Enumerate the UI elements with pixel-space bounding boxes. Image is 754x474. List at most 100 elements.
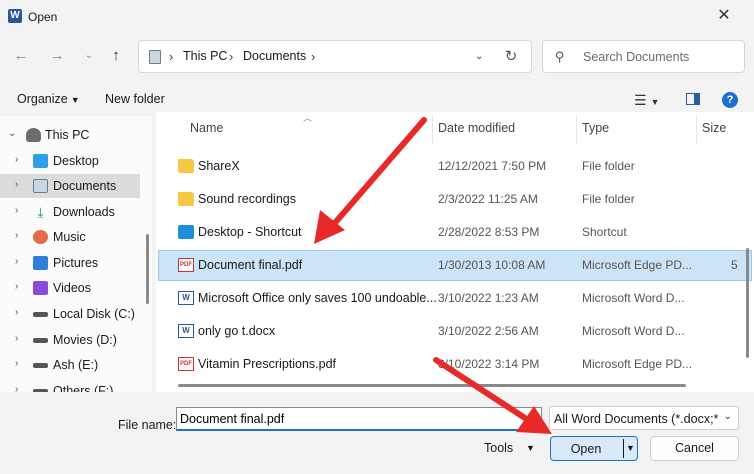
nav-label: Others (F:): [53, 384, 114, 392]
back-arrow-icon[interactable]: ←: [9, 44, 33, 68]
pdf-icon: PDF: [178, 357, 194, 371]
shortcut-icon: [178, 225, 194, 239]
nav-item-documents[interactable]: › Documents: [0, 174, 140, 198]
drive-icon: [33, 312, 48, 317]
expand-chevron-icon[interactable]: ⌄: [8, 128, 16, 139]
close-icon[interactable]: ✕: [710, 5, 738, 27]
search-icon: ⚲: [555, 49, 565, 64]
forward-arrow-icon[interactable]: →: [45, 44, 69, 68]
column-header-date[interactable]: Date modified: [438, 121, 515, 135]
file-list-horizontal-scrollbar[interactable]: [178, 384, 686, 387]
nav-item-pictures[interactable]: › Pictures: [0, 251, 140, 275]
nav-item-videos[interactable]: › Videos: [0, 276, 140, 300]
open-label: Open: [570, 442, 602, 456]
expand-chevron-icon[interactable]: ›: [15, 307, 18, 318]
address-bar[interactable]: › This PC › Documents › ⌄ ↻: [138, 40, 532, 73]
file-row[interactable]: W only go t.docx 3/10/2022 2:56 AM Micro…: [158, 316, 752, 347]
recent-locations-chevron-icon[interactable]: ⌄: [77, 44, 101, 68]
nav-item-others-f[interactable]: › Others (F:): [0, 379, 140, 392]
folder-icon: [178, 192, 194, 206]
expand-chevron-icon[interactable]: ›: [15, 281, 18, 292]
nav-label: This PC: [45, 128, 90, 142]
breadcrumb-separator-icon[interactable]: ›: [311, 49, 315, 64]
file-type: File folder: [582, 192, 635, 206]
expand-chevron-icon[interactable]: ›: [15, 384, 18, 392]
breadcrumb-separator-icon[interactable]: ›: [229, 49, 233, 64]
preview-pane-icon[interactable]: [686, 93, 700, 105]
file-type-select[interactable]: All Word Documents (*.docx;*.d ⌄: [549, 406, 739, 430]
column-header-size[interactable]: Size: [702, 121, 726, 135]
expand-chevron-icon[interactable]: ›: [15, 205, 18, 216]
file-date: 3/10/2022 2:56 AM: [438, 324, 539, 338]
nav-item-ash-e[interactable]: › Ash (E:): [0, 353, 140, 377]
drive-icon: [33, 363, 48, 368]
dialog-footer: [0, 392, 754, 474]
organize-button[interactable]: Organize ▼: [17, 92, 80, 106]
file-name: Microsoft Office only saves 100 undoable…: [198, 291, 437, 305]
expand-chevron-icon[interactable]: ›: [15, 333, 18, 344]
file-name-input[interactable]: [176, 407, 542, 431]
expand-chevron-icon[interactable]: ›: [15, 179, 18, 190]
file-row[interactable]: Sound recordings 2/3/2022 11:25 AM File …: [158, 184, 752, 215]
file-name: Sound recordings: [198, 192, 296, 206]
breadcrumb-this-pc[interactable]: This PC: [183, 49, 227, 63]
file-name: Vitamin Prescriptions.pdf: [198, 357, 337, 371]
column-header-name[interactable]: Name: [190, 121, 223, 135]
nav-item-local-disk-c[interactable]: › Local Disk (C:): [0, 302, 140, 326]
videos-icon: [33, 281, 48, 295]
address-dropdown-chevron-icon[interactable]: ⌄: [475, 51, 483, 62]
file-type: Microsoft Word D...: [582, 324, 685, 338]
column-header-type[interactable]: Type: [582, 121, 609, 135]
file-row[interactable]: Desktop - Shortcut 2/28/2022 8:53 PM Sho…: [158, 217, 752, 248]
view-options-icon[interactable]: ☰ ▼: [634, 92, 659, 109]
column-divider[interactable]: [576, 116, 577, 144]
tools-caret-icon[interactable]: ▼: [526, 443, 535, 453]
file-list-vertical-scrollbar[interactable]: [746, 248, 749, 358]
organize-label: Organize: [17, 92, 68, 106]
file-name-label: File name:: [118, 418, 177, 432]
nav-item-music[interactable]: › Music: [0, 225, 140, 249]
file-date: 2/3/2022 11:25 AM: [438, 192, 538, 206]
file-date: 3/10/2022 3:14 PM: [438, 357, 540, 371]
nav-label: Movies (D:): [53, 333, 117, 347]
new-folder-button[interactable]: New folder: [105, 92, 165, 106]
breadcrumb-separator-icon[interactable]: ›: [169, 49, 173, 64]
column-divider[interactable]: [432, 116, 433, 144]
sort-ascending-icon: ︿: [303, 113, 313, 123]
nav-item-downloads[interactable]: › ⤓ Downloads: [0, 200, 140, 224]
word-icon: W: [178, 324, 194, 338]
drive-icon: [33, 338, 48, 343]
expand-chevron-icon[interactable]: ›: [15, 230, 18, 241]
nav-item-movies-d[interactable]: › Movies (D:): [0, 328, 140, 352]
tools-button[interactable]: Tools: [484, 441, 513, 455]
file-row[interactable]: W Microsoft Office only saves 100 undoab…: [158, 283, 752, 314]
up-arrow-icon[interactable]: ↑: [104, 44, 128, 68]
file-type-value: All Word Documents (*.docx;*.d: [554, 412, 719, 426]
open-button[interactable]: Open ▼: [550, 436, 638, 461]
command-bar: Organize ▼ New folder ☰ ▼ ?: [0, 84, 754, 114]
nav-item-this-pc[interactable]: ⌄ This PC: [0, 123, 140, 147]
file-name: Desktop - Shortcut: [198, 225, 302, 239]
file-row[interactable]: PDF Vitamin Prescriptions.pdf 3/10/2022 …: [158, 349, 752, 380]
refresh-icon[interactable]: ↻: [501, 47, 521, 67]
cancel-button[interactable]: Cancel: [650, 436, 739, 461]
search-placeholder: Search Documents: [583, 50, 690, 64]
folder-icon: [178, 159, 194, 173]
file-type: Microsoft Edge PD...: [582, 357, 693, 371]
help-icon[interactable]: ?: [722, 92, 738, 108]
nav-label: Downloads: [53, 205, 115, 219]
expand-chevron-icon[interactable]: ›: [15, 154, 18, 165]
search-input[interactable]: ⚲ Search Documents: [542, 40, 745, 73]
word-icon: W: [178, 291, 194, 305]
file-row-selected[interactable]: PDF Document final.pdf 1/30/2013 10:08 A…: [158, 250, 752, 281]
file-row[interactable]: ShareX 12/12/2021 7:50 PM File folder: [158, 151, 752, 182]
expand-chevron-icon[interactable]: ›: [15, 358, 18, 369]
file-list: Name ︿ Date modified Type Size ShareX 12…: [156, 112, 754, 392]
desktop-icon: [33, 154, 48, 168]
expand-chevron-icon[interactable]: ›: [15, 256, 18, 267]
breadcrumb-documents[interactable]: Documents: [243, 49, 306, 63]
nav-item-desktop[interactable]: › Desktop: [0, 149, 140, 173]
column-divider[interactable]: [696, 116, 697, 144]
nav-scrollbar[interactable]: [146, 234, 149, 304]
open-dropdown-icon[interactable]: ▼: [626, 443, 635, 453]
